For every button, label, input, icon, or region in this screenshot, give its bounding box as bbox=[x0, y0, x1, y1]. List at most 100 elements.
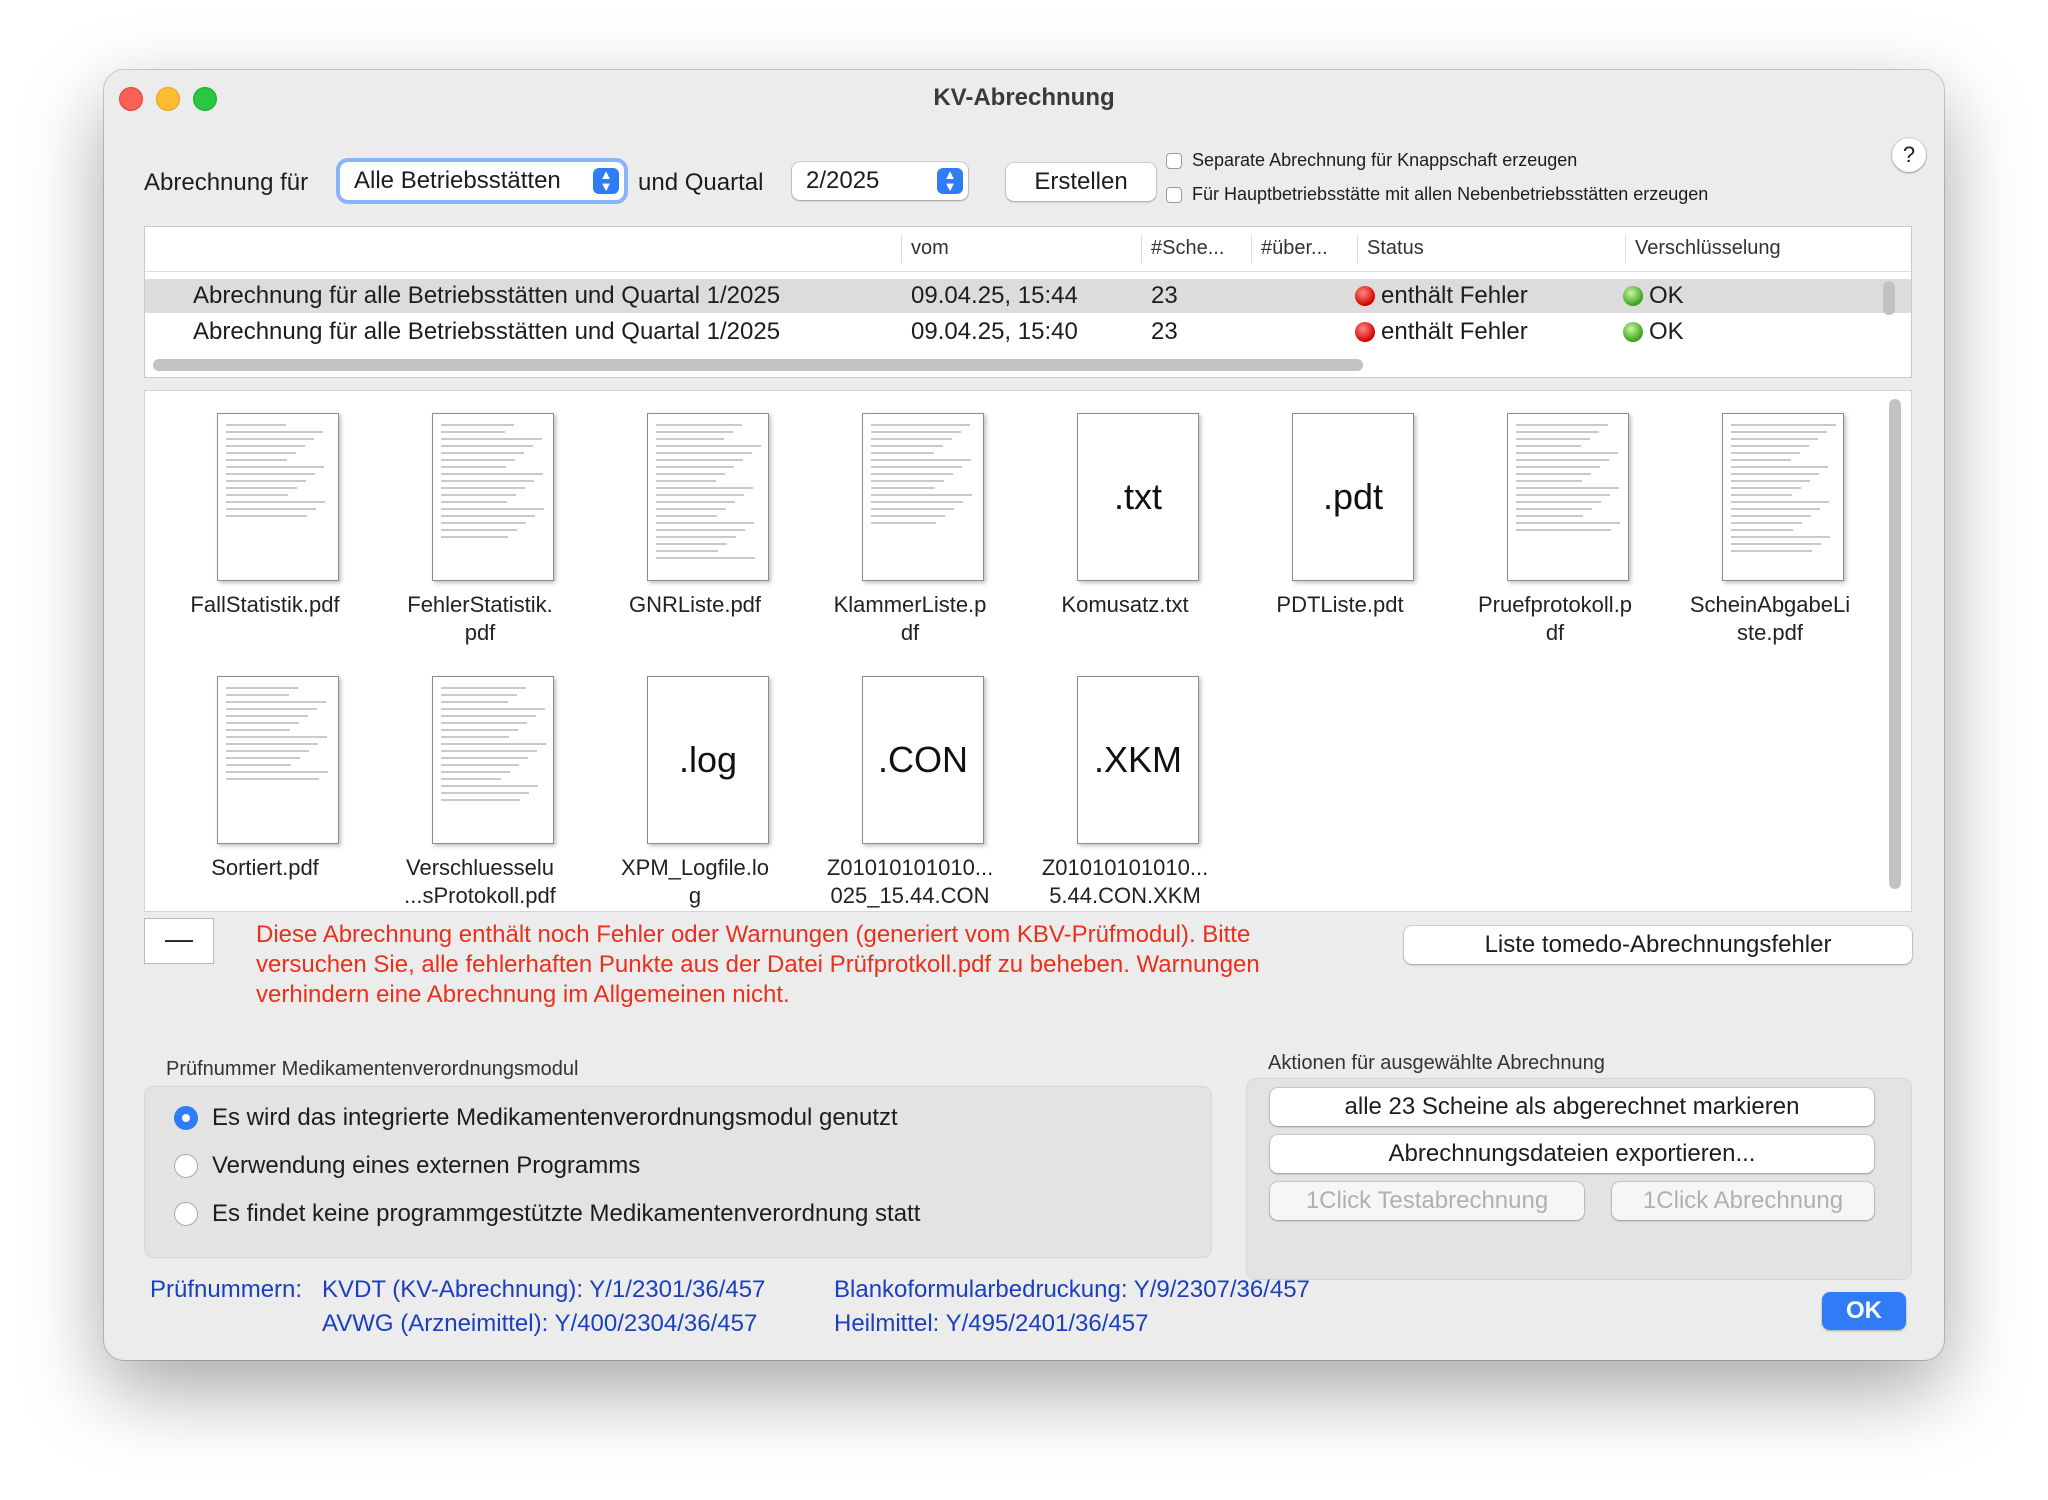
med-option-label: Verwendung eines externen Programms bbox=[212, 1152, 641, 1179]
column-separator bbox=[1141, 235, 1142, 263]
row-status-text: enthält Fehler bbox=[1381, 318, 1528, 345]
chevron-updown-icon: ▲ ▼ bbox=[937, 168, 963, 194]
preview-line bbox=[871, 480, 944, 482]
column-header-scheine[interactable]: #Sche... bbox=[1151, 237, 1224, 260]
row-scheine: 23 bbox=[1151, 282, 1178, 309]
warning-text: Diese Abrechnung enthält noch Fehler ode… bbox=[256, 921, 1260, 1008]
row-vom: 09.04.25, 15:40 bbox=[911, 318, 1078, 345]
preview-line bbox=[656, 424, 742, 426]
preview-line bbox=[656, 452, 752, 454]
remove-abrechnung-button[interactable]: — bbox=[144, 918, 214, 964]
preview-line bbox=[1516, 515, 1583, 517]
preview-line bbox=[1516, 459, 1609, 461]
preview-line bbox=[441, 508, 544, 510]
med-option-label: Es findet keine programmgestützte Medika… bbox=[212, 1200, 921, 1227]
table-vertical-scrollbar[interactable] bbox=[1883, 281, 1895, 315]
titlebar: KV-Abrechnung bbox=[104, 70, 1944, 126]
preview-line bbox=[441, 438, 542, 440]
med-option-integrated[interactable]: Es wird das integrierte Medikamentenvero… bbox=[174, 1104, 898, 1132]
file-name: Z01010101010... 025_15.44.CON bbox=[826, 855, 994, 908]
file-extension-label: .txt bbox=[1113, 476, 1162, 517]
export-button[interactable]: Abrechnungsdateien exportieren... bbox=[1270, 1135, 1874, 1173]
preview-line bbox=[226, 694, 289, 696]
error-status-icon bbox=[1355, 286, 1375, 306]
preview-line bbox=[226, 508, 316, 510]
preview-line bbox=[656, 445, 761, 447]
column-header-status[interactable]: Status bbox=[1367, 237, 1424, 260]
preview-line bbox=[441, 764, 519, 766]
ok-button[interactable]: OK bbox=[1822, 1292, 1906, 1330]
table-row[interactable]: Abrechnung für alle Betriebsstätten und … bbox=[145, 315, 1911, 349]
help-button[interactable]: ? bbox=[1892, 138, 1926, 172]
con-file-icon: .CON bbox=[862, 676, 984, 844]
file-name: Sortiert.pdf bbox=[211, 855, 319, 880]
file-name: Verschluesselu ...sProtokoll.pdf bbox=[404, 855, 556, 908]
column-header-ueber[interactable]: #über... bbox=[1261, 237, 1328, 260]
table-row[interactable]: Abrechnung für alle Betriebsstätten und … bbox=[145, 279, 1911, 313]
radio-unselected[interactable] bbox=[174, 1202, 198, 1226]
preview-line bbox=[441, 729, 518, 731]
knappschaft-checkbox-label: Separate Abrechnung für Knappschaft erze… bbox=[1192, 150, 1578, 170]
quartal-select[interactable]: 2/2025 ▲ ▼ bbox=[792, 162, 968, 200]
pdf-preview-icon bbox=[1507, 413, 1629, 581]
med-option-none[interactable]: Es findet keine programmgestützte Medika… bbox=[174, 1200, 920, 1228]
preview-line bbox=[1516, 431, 1599, 433]
file-name: FallStatistik.pdf bbox=[190, 592, 340, 617]
preview-line bbox=[656, 466, 734, 468]
column-header-verschluesselung[interactable]: Verschlüsselung bbox=[1635, 237, 1781, 260]
preview-line bbox=[656, 494, 744, 496]
preview-line bbox=[226, 722, 299, 724]
preview-line bbox=[226, 764, 291, 766]
hauptbetrieb-checkbox-row[interactable]: Für Hauptbetriebsstätte mit allen Nebenb… bbox=[1166, 184, 1708, 205]
abrechnungen-table: vom #Sche... #über... Status Verschlüsse… bbox=[144, 226, 1912, 378]
preview-line bbox=[1731, 522, 1802, 524]
preview-line bbox=[1731, 480, 1810, 482]
preview-line bbox=[656, 536, 736, 538]
mark-abgerechnet-button[interactable]: alle 23 Scheine als abgerechnet markiere… bbox=[1270, 1088, 1874, 1126]
betriebsstaette-select[interactable]: Alle Betriebsstätten ▲ ▼ bbox=[340, 162, 624, 200]
radio-unselected[interactable] bbox=[174, 1154, 198, 1178]
preview-line bbox=[441, 694, 517, 696]
preview-line bbox=[1516, 501, 1601, 503]
error-status-icon bbox=[1355, 322, 1375, 342]
hauptbetrieb-checkbox[interactable] bbox=[1166, 186, 1182, 203]
preview-line bbox=[1731, 466, 1828, 468]
preview-line bbox=[226, 480, 306, 482]
med-module-title: Prüfnummer Medikamentenverordnungsmodul bbox=[166, 1058, 579, 1080]
preview-line bbox=[441, 459, 515, 461]
radio-selected[interactable] bbox=[174, 1106, 198, 1130]
fehlerliste-button[interactable]: Liste tomedo-Abrechnungsfehler bbox=[1404, 926, 1912, 964]
preview-line bbox=[656, 459, 743, 461]
preview-line bbox=[441, 708, 545, 710]
preview-line bbox=[871, 508, 954, 510]
preview-line bbox=[441, 452, 524, 454]
file-extension-label: .XKM bbox=[1093, 739, 1182, 780]
erstellen-button[interactable]: Erstellen bbox=[1006, 163, 1156, 201]
file-name: Komusatz.txt bbox=[1061, 592, 1189, 617]
pdf-preview-icon bbox=[647, 413, 769, 581]
preview-line bbox=[1731, 452, 1800, 454]
preview-line bbox=[871, 431, 961, 433]
preview-line bbox=[226, 736, 327, 738]
preview-line bbox=[871, 515, 945, 517]
med-option-external[interactable]: Verwendung eines externen Programms bbox=[174, 1152, 640, 1180]
preview-line bbox=[656, 529, 745, 531]
preview-line bbox=[441, 743, 546, 745]
knappschaft-checkbox-row[interactable]: Separate Abrechnung für Knappschaft erze… bbox=[1166, 150, 1577, 171]
knappschaft-checkbox[interactable] bbox=[1166, 152, 1182, 169]
preview-line bbox=[1516, 494, 1610, 496]
preview-line bbox=[1516, 508, 1592, 510]
preview-line bbox=[1516, 424, 1608, 426]
testabrechnung-button[interactable]: 1Click Testabrechnung bbox=[1270, 1182, 1584, 1220]
table-horizontal-scrollbar[interactable] bbox=[153, 359, 1363, 371]
preview-line bbox=[1731, 431, 1827, 433]
oneclick-abrechnung-button[interactable]: 1Click Abrechnung bbox=[1612, 1182, 1874, 1220]
preview-line bbox=[1516, 529, 1611, 531]
preview-line bbox=[1731, 438, 1818, 440]
column-header-vom[interactable]: vom bbox=[911, 237, 949, 260]
row-verschluesselung: OK bbox=[1623, 318, 1684, 346]
text-file-icon: .txt bbox=[1077, 413, 1199, 581]
preview-line bbox=[441, 501, 507, 503]
file-grid-scrollbar[interactable] bbox=[1889, 399, 1901, 889]
preview-line bbox=[441, 799, 520, 801]
